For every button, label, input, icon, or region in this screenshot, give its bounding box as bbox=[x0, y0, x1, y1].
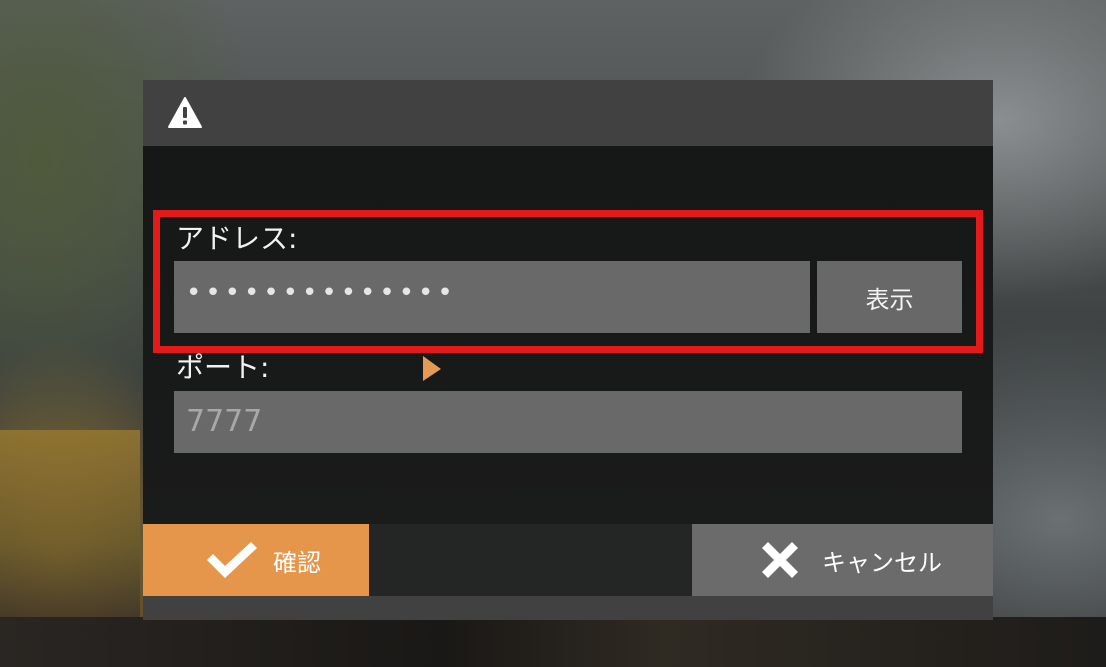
close-icon bbox=[762, 542, 798, 578]
mouse-cursor-icon bbox=[423, 356, 441, 381]
cancel-label: キャンセル bbox=[822, 548, 942, 577]
cancel-button[interactable]: キャンセル bbox=[692, 524, 993, 596]
confirm-label: 確認 bbox=[273, 548, 321, 577]
address-highlight-frame bbox=[153, 210, 983, 353]
port-label: ポート: bbox=[176, 351, 270, 384]
checkmark-icon bbox=[207, 542, 257, 578]
background-blur-left bbox=[0, 430, 140, 620]
connect-dialog: アドレス: •••••••••••••• 表示 ポート: 7777 確認 キャン… bbox=[143, 80, 993, 620]
dialog-footer: 確認 キャンセル bbox=[143, 524, 993, 596]
dialog-bottom-bar bbox=[143, 596, 993, 620]
port-input[interactable]: 7777 bbox=[174, 391, 962, 453]
confirm-button[interactable]: 確認 bbox=[143, 524, 369, 596]
background-blur-bottom bbox=[0, 617, 1106, 667]
dialog-body: アドレス: •••••••••••••• 表示 ポート: 7777 bbox=[143, 146, 993, 524]
warning-icon bbox=[168, 97, 202, 128]
dialog-header bbox=[143, 80, 993, 146]
